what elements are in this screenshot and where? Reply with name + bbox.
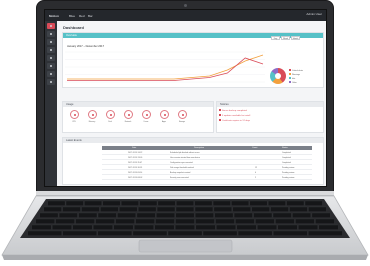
keyboard-key[interactable] [289,206,308,212]
keyboard-key[interactable] [253,212,273,218]
keyboard-key[interactable] [268,200,286,206]
keyboard-key[interactable] [58,212,78,218]
keyboard-key[interactable] [213,206,232,212]
keyboard-key[interactable] [175,218,195,224]
keyboard-key[interactable] [255,218,275,224]
keyboard-key[interactable] [233,212,253,218]
keyboard-key[interactable] [175,212,195,218]
keyboard-key[interactable] [270,206,289,212]
keyboard-key[interactable] [273,230,308,236]
keyboard-key[interactable] [121,200,139,206]
keyboard-key[interactable] [318,224,339,230]
keyboard-key[interactable] [97,230,133,236]
deck-edge [2,255,368,260]
keyboard-key[interactable] [214,212,234,218]
keyboard-key[interactable] [156,206,176,212]
keyboard-key[interactable] [78,212,98,218]
keyboard-key[interactable] [195,218,215,224]
keyboard-key[interactable] [308,230,343,236]
keyboard-key[interactable] [97,212,117,218]
keyboard-key[interactable] [119,206,138,212]
keyboard-key[interactable] [156,212,175,218]
keyboard-key[interactable] [31,224,52,230]
keyboard-key[interactable] [231,200,249,206]
keyboard-key[interactable] [311,212,331,218]
keyboard-key[interactable] [304,200,323,206]
keyboard-key[interactable] [117,212,136,218]
keyboard-key[interactable] [132,230,168,236]
keyboard-key[interactable] [157,200,176,206]
keyboard-key[interactable] [62,206,81,212]
keyboard-key[interactable] [136,212,156,218]
keyboard-key[interactable] [286,200,305,206]
keyboard-key[interactable] [47,200,66,206]
keyboard-key[interactable] [27,230,62,236]
keyboard-key[interactable] [237,230,273,236]
keyboard-key[interactable] [251,206,270,212]
keyboard-key[interactable] [194,200,213,206]
keyboard-key[interactable] [81,206,100,212]
keyboard-key[interactable] [154,224,175,230]
keyboard-key[interactable] [272,212,292,218]
keyboard-key[interactable] [35,218,55,224]
keyboard-key[interactable] [308,206,327,212]
keyboard-key[interactable] [212,200,231,206]
keyboard-key[interactable] [155,218,175,224]
keyboard-key[interactable] [62,230,97,236]
keyboard-key[interactable] [167,230,203,236]
keyboard-key[interactable] [315,218,335,224]
keyboard-key[interactable] [55,218,75,224]
keyboard-key[interactable] [100,206,119,212]
keyboard-key[interactable] [257,224,277,230]
keyboard-key[interactable] [135,218,155,224]
keyboard-key[interactable] [176,200,194,206]
keyboard-key[interactable] [292,212,311,218]
trackpad[interactable] [138,239,233,253]
keyboard-key[interactable] [275,218,295,224]
keyboard-key[interactable] [175,206,195,212]
laptop-photo: Motion Blue Red Bar Admin User Dashboard [0,0,370,266]
keyboard-key[interactable] [215,218,235,224]
keyboard-key[interactable] [138,206,157,212]
keyboard-key[interactable] [195,224,216,230]
keyboard-key[interactable] [39,212,59,218]
keyboard-key[interactable] [202,230,238,236]
keyboard-key[interactable] [75,218,95,224]
keyboard-key[interactable] [95,218,115,224]
keyboard-key[interactable] [84,200,102,206]
keyboard-key[interactable] [43,206,62,212]
keyboard-key[interactable] [113,224,134,230]
keyboard-deck [1,195,369,260]
keyboard-key[interactable] [298,224,318,230]
keyboard-key[interactable] [175,224,195,230]
keyboard-key[interactable] [72,224,93,230]
keyboard-key[interactable] [277,224,298,230]
keyboard-key[interactable] [139,200,158,206]
keyboard-key[interactable] [194,206,214,212]
keyboard-key[interactable] [93,224,113,230]
keyboard-key[interactable] [216,224,236,230]
keyboard-key[interactable] [236,224,257,230]
keyboard-key[interactable] [249,200,268,206]
keyboard-key[interactable] [52,224,72,230]
keyboard-key[interactable] [232,206,251,212]
keyboard-key[interactable] [102,200,121,206]
keyboard-key[interactable] [295,218,315,224]
keyboard-key[interactable] [65,200,84,206]
keyboard-key[interactable] [235,218,255,224]
keyboard-key[interactable] [134,224,154,230]
keyboard-key[interactable] [195,212,214,218]
keyboard-key[interactable] [115,218,135,224]
